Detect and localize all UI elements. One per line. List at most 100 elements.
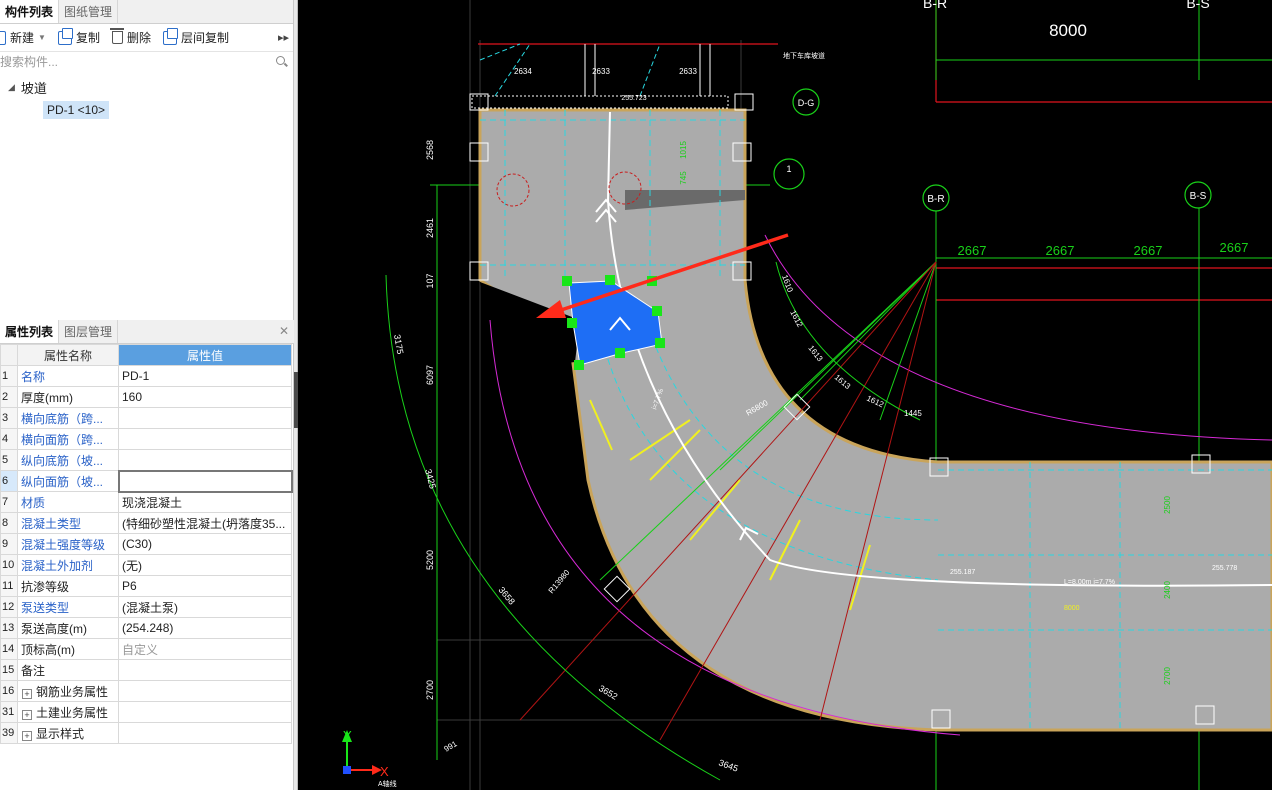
splitter-grip[interactable] [294, 372, 298, 428]
cad-canvas[interactable]: B-R B-S D-G 1 B-R B-S 8000 2667 2667 266… [299, 0, 1272, 790]
table-row[interactable]: 16 + 钢筋业务属性 [0, 680, 292, 702]
property-value[interactable] [117, 469, 293, 493]
label-top-elev: 255.723 [621, 95, 646, 102]
table-row[interactable]: 13 泵送高度(m) (254.248) [0, 617, 292, 639]
property-value[interactable] [118, 449, 292, 471]
property-name-text: 纵向面筋（坡... [21, 474, 104, 489]
expand-plus-icon[interactable]: + [22, 730, 32, 741]
new-button[interactable]: 新建 ▼ [0, 29, 46, 46]
header-property-value: 属性值 [118, 344, 292, 366]
table-row[interactable]: 6 纵向面筋（坡... [0, 469, 293, 493]
table-row[interactable]: 8 混凝土类型 (特细砂塑性混凝土(坍落度35... [0, 512, 292, 534]
delete-button-label: 删除 [126, 31, 151, 45]
property-value[interactable] [118, 680, 292, 702]
elevation-1: 255.187 [950, 569, 975, 576]
detail-label: 1 [786, 164, 791, 174]
property-value[interactable]: (混凝土泵) [118, 596, 292, 618]
tree-item-pd1[interactable]: PD-1 <10> [43, 101, 110, 119]
property-name: 混凝土类型 [17, 512, 119, 534]
property-value[interactable]: (无) [118, 554, 292, 576]
property-name-text: 混凝土强度等级 [21, 537, 106, 552]
table-row[interactable]: 4 横向面筋（跨... [0, 428, 292, 450]
floor-copy-button-label: 层间复制 [180, 31, 229, 45]
table-row[interactable]: 1 名称 PD-1 [0, 365, 292, 387]
table-row[interactable]: 31 + 土建业务属性 [0, 701, 292, 723]
property-name: + 钢筋业务属性 [17, 680, 119, 702]
property-value[interactable] [118, 722, 292, 744]
component-search-input[interactable] [0, 52, 293, 72]
chevron-down-icon[interactable]: ▼ [38, 33, 46, 42]
cad-drawing[interactable]: B-R B-S D-G 1 B-R B-S 8000 2667 2667 266… [299, 0, 1272, 790]
dim-left-3: 107 [425, 273, 435, 288]
property-name: + 土建业务属性 [17, 701, 119, 723]
table-row[interactable]: 10 混凝土外加剂 (无) [0, 554, 292, 576]
search-icon[interactable] [276, 56, 285, 65]
table-row[interactable]: 39 + 显示样式 [0, 722, 292, 744]
tab-property-list[interactable]: 属性列表 [0, 320, 60, 343]
property-value[interactable]: 现浇混凝土 [118, 491, 292, 513]
property-value[interactable]: P6 [118, 575, 292, 597]
radius-label-2: R13980 [547, 568, 572, 596]
dim-right-2: 2667 [1046, 243, 1075, 258]
slope-label-3: 8000 [1064, 605, 1080, 612]
floor-copy-button[interactable]: 层间复制 [162, 27, 229, 46]
property-name-text: 横向面筋（跨... [21, 432, 104, 447]
property-name-text: 横向底筋（跨... [21, 411, 104, 426]
table-row[interactable]: 9 混凝土强度等级 (C30) [0, 533, 292, 555]
table-row[interactable]: 14 顶标高(m) 自定义 [0, 638, 292, 660]
ucs-icon: X Y [342, 728, 389, 779]
header-index [0, 344, 18, 366]
expand-plus-icon[interactable]: + [22, 688, 32, 699]
label-ramp-name: 地下车库坡道 [783, 51, 825, 60]
arc-dim-outer-1: 3175 [392, 334, 405, 355]
expand-arrow-icon[interactable]: ◢ [8, 82, 15, 93]
table-row[interactable]: 3 横向底筋（跨... [0, 407, 292, 429]
table-row[interactable]: 11 抗渗等级 P6 [0, 575, 292, 597]
toolbar-overflow-icon[interactable]: ▸▸ [278, 31, 289, 44]
property-value[interactable]: 160 [118, 386, 292, 408]
property-value[interactable]: (254.248) [118, 617, 292, 639]
left-panel: 构件列表 图纸管理 新建 ▼ 复制 删除 层间复制 ▸▸ ◢ 坡道 PD-1 < [0, 0, 294, 790]
tree-node-ramp[interactable]: ◢ 坡道 [8, 78, 47, 97]
ucs-x-label: X [380, 764, 389, 779]
property-name: 材质 [17, 491, 119, 513]
table-row[interactable]: 12 泵送类型 (混凝土泵) [0, 596, 292, 618]
property-value[interactable]: (C30) [118, 533, 292, 555]
arc-dim-outer-4: 3652 [597, 683, 619, 702]
slab-dim-3: 2500 [1163, 496, 1172, 514]
property-name-text: 混凝土类型 [21, 516, 82, 531]
property-rows: 1 名称 PD-1 2 厚度(mm) 160 3 横向底筋（跨... 4 横向面筋（跨... 5 纵向… [0, 365, 293, 744]
component-tabbar: 构件列表 图纸管理 [0, 0, 293, 24]
grip-handle [574, 360, 584, 370]
expand-plus-icon[interactable]: + [22, 709, 32, 720]
table-row[interactable]: 7 材质 现浇混凝土 [0, 491, 292, 513]
slab-dim-1: 1015 [679, 141, 688, 159]
property-value[interactable]: PD-1 [118, 365, 292, 387]
property-value[interactable]: (特细砂塑性混凝土(坍落度35... [118, 512, 292, 534]
property-value[interactable] [118, 701, 292, 723]
property-value[interactable] [118, 659, 292, 681]
tab-layer-manage[interactable]: 图层管理 [59, 320, 119, 343]
panel-splitter[interactable] [294, 0, 298, 790]
tab-drawing-manage[interactable]: 图纸管理 [59, 0, 119, 23]
tab-component-list[interactable]: 构件列表 [0, 0, 60, 23]
table-row[interactable]: 5 纵向底筋（坡... [0, 449, 292, 471]
row-index: 2 [0, 386, 18, 408]
row-index: 15 [0, 659, 18, 681]
property-name-text: 钢筋业务属性 [36, 684, 109, 699]
grip-handle [615, 348, 625, 358]
component-toolbar: 新建 ▼ 复制 删除 层间复制 ▸▸ [0, 24, 293, 52]
property-value[interactable]: 自定义 [118, 638, 292, 660]
close-icon[interactable]: ✕ [279, 324, 289, 338]
property-name: 混凝土外加剂 [17, 554, 119, 576]
delete-button[interactable]: 删除 [109, 28, 151, 46]
copy-button[interactable]: 复制 [57, 27, 100, 46]
table-row[interactable]: 2 厚度(mm) 160 [0, 386, 292, 408]
dim-top-left-1: 2634 [514, 67, 532, 76]
property-value[interactable] [118, 428, 292, 450]
table-row[interactable]: 15 备注 [0, 659, 292, 681]
row-index: 14 [0, 638, 18, 660]
label-axis-a: A轴线 [378, 779, 397, 788]
property-value[interactable] [118, 407, 292, 429]
ucs-y-label: Y [343, 728, 352, 743]
